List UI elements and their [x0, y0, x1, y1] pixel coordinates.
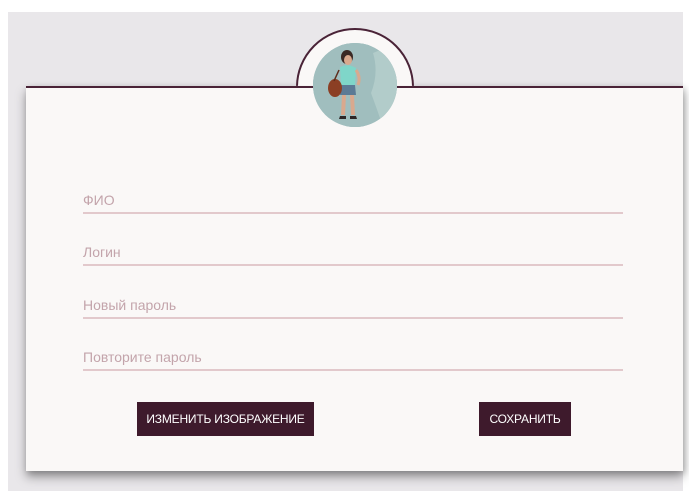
login-field[interactable]: [83, 242, 623, 266]
new-password-input[interactable]: [83, 295, 623, 315]
login-input[interactable]: [83, 242, 623, 262]
new-password-field[interactable]: [83, 295, 623, 319]
repeat-password-field[interactable]: [83, 347, 623, 371]
fio-field[interactable]: [83, 190, 623, 214]
user-photo-icon: [313, 43, 397, 127]
avatar[interactable]: [313, 43, 397, 127]
repeat-password-input[interactable]: [83, 347, 623, 367]
change-image-button[interactable]: ИЗМЕНИТЬ ИЗОБРАЖЕНИЕ: [137, 402, 314, 436]
save-button[interactable]: СОХРАНИТЬ: [479, 402, 571, 436]
fio-input[interactable]: [83, 190, 623, 210]
